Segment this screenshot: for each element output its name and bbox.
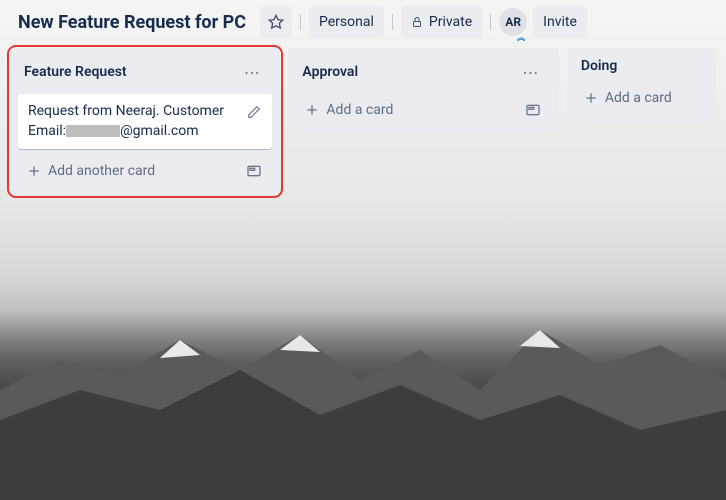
add-card-label: Add another card bbox=[48, 163, 155, 179]
star-button[interactable] bbox=[260, 6, 292, 38]
list-footer: Add a card bbox=[575, 82, 708, 114]
privacy-button[interactable]: Private bbox=[401, 6, 482, 38]
card-template-button[interactable] bbox=[242, 159, 266, 183]
list-header: Doing bbox=[575, 56, 708, 76]
card-text-line1: Request from Neeraj. Customer bbox=[28, 102, 262, 122]
plus-icon bbox=[304, 102, 320, 118]
invite-button[interactable]: Invite bbox=[533, 6, 587, 38]
add-card-button[interactable]: Add another card bbox=[24, 159, 242, 183]
member-avatar[interactable]: AR ︽ bbox=[499, 8, 527, 36]
plus-icon bbox=[583, 90, 599, 106]
list-header: Approval ⋯ bbox=[296, 56, 550, 88]
chevron-double-icon: ︽ bbox=[517, 36, 525, 40]
avatar-initials: AR bbox=[505, 15, 521, 29]
list-doing: Doing Add a card bbox=[567, 48, 716, 122]
card-text-line2: Email:@gmail.com bbox=[28, 122, 262, 142]
list-footer: Add a card bbox=[296, 94, 550, 126]
separator bbox=[490, 14, 491, 30]
privacy-label: Private bbox=[429, 14, 472, 30]
more-icon: ⋯ bbox=[522, 63, 539, 82]
more-icon: ⋯ bbox=[244, 63, 261, 82]
star-icon bbox=[268, 14, 284, 30]
redacted-text bbox=[66, 125, 120, 137]
add-card-button[interactable]: Add a card bbox=[302, 98, 520, 122]
list-feature-request: Feature Request ⋯ Request from Neeraj. C… bbox=[10, 48, 280, 195]
list-title[interactable]: Approval bbox=[302, 64, 516, 80]
plus-icon bbox=[26, 163, 42, 179]
list-title[interactable]: Doing bbox=[581, 58, 702, 74]
pencil-icon bbox=[247, 105, 261, 119]
separator bbox=[300, 14, 301, 30]
board-header: New Feature Request for PC Personal Priv… bbox=[0, 0, 726, 44]
lock-icon bbox=[411, 16, 423, 28]
add-card-button[interactable]: Add a card bbox=[581, 86, 702, 110]
edit-card-button[interactable] bbox=[242, 100, 266, 124]
add-card-label: Add a card bbox=[326, 102, 393, 118]
background-image bbox=[0, 300, 726, 500]
board-title[interactable]: New Feature Request for PC bbox=[10, 10, 254, 35]
template-icon bbox=[525, 102, 541, 118]
add-card-label: Add a card bbox=[605, 90, 672, 106]
list-menu-button[interactable]: ⋯ bbox=[517, 58, 545, 86]
card-template-button[interactable] bbox=[521, 98, 545, 122]
card[interactable]: Request from Neeraj. Customer Email:@gma… bbox=[18, 94, 272, 149]
template-icon bbox=[246, 163, 262, 179]
list-header: Feature Request ⋯ bbox=[18, 56, 272, 88]
list-approval: Approval ⋯ Add a card bbox=[288, 48, 558, 134]
list-menu-button[interactable]: ⋯ bbox=[238, 58, 266, 86]
board-canvas: Feature Request ⋯ Request from Neeraj. C… bbox=[0, 44, 726, 199]
list-footer: Add another card bbox=[18, 155, 272, 187]
separator bbox=[392, 14, 393, 30]
workspace-visibility-button[interactable]: Personal bbox=[309, 6, 384, 38]
list-title[interactable]: Feature Request bbox=[24, 64, 238, 80]
